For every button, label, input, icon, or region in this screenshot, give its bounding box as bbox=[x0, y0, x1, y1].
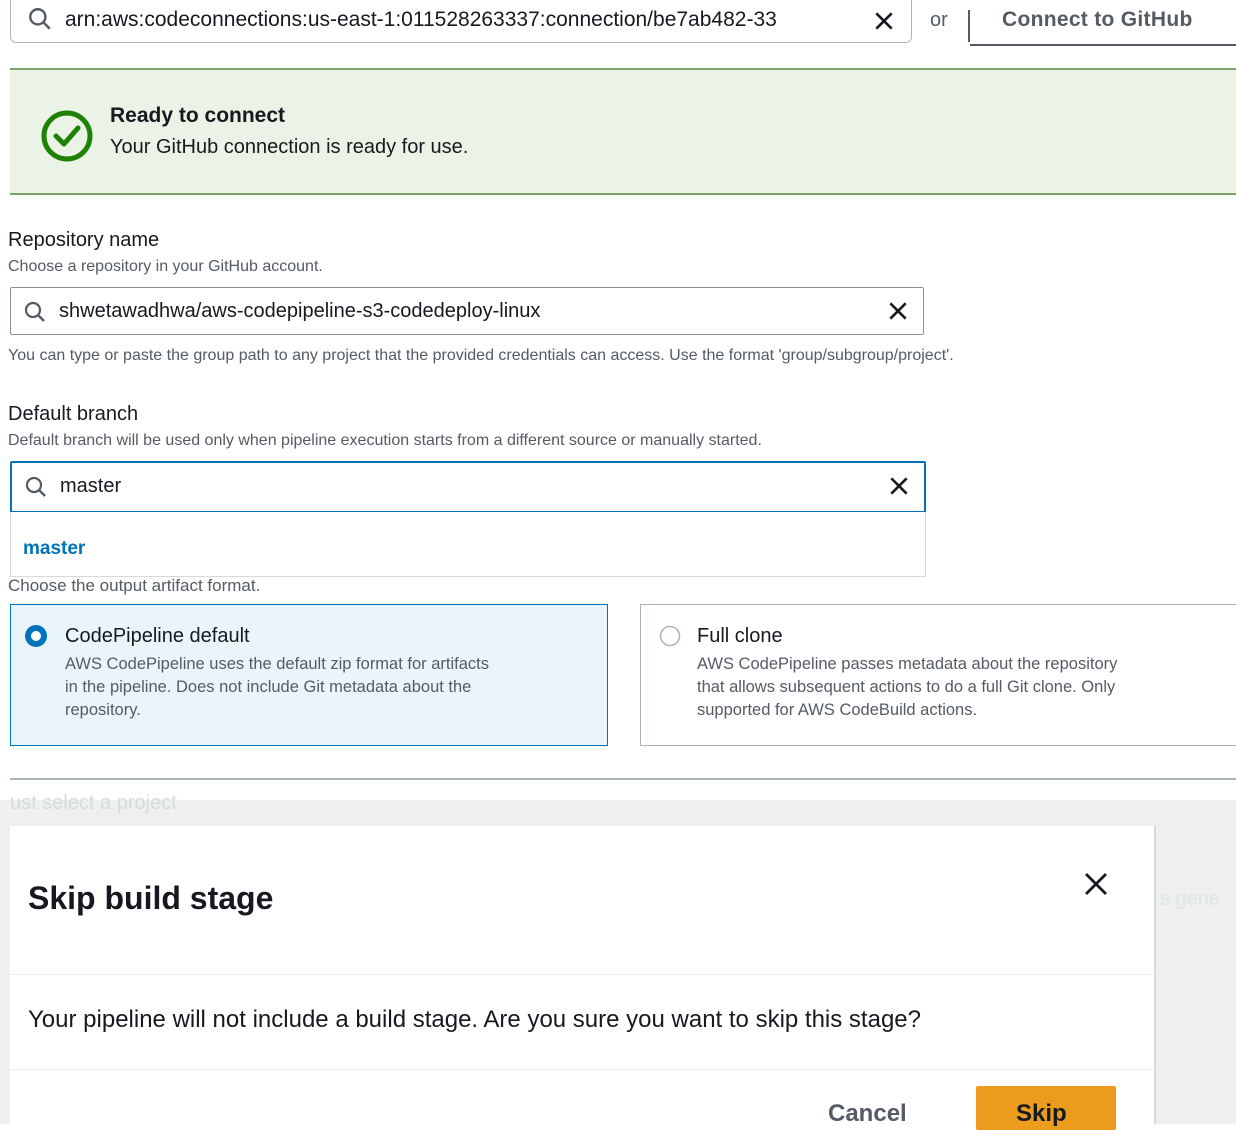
connection-value: arn:aws:codeconnections:us-east-1:011528… bbox=[65, 8, 777, 31]
success-alert: Ready to connect Your GitHub connection … bbox=[10, 68, 1236, 195]
background-text: s gene bbox=[1160, 888, 1221, 910]
radio-selected-icon[interactable] bbox=[25, 625, 47, 647]
connection-search-input[interactable]: arn:aws:codeconnections:us-east-1:011528… bbox=[10, 0, 912, 43]
close-icon[interactable] bbox=[1082, 870, 1110, 898]
or-label: or bbox=[930, 9, 948, 31]
option-description-line: repository. bbox=[65, 701, 141, 719]
branch-value: master bbox=[60, 475, 122, 497]
option-description-line: AWS CodePipeline passes metadata about t… bbox=[697, 655, 1118, 673]
search-icon bbox=[27, 6, 53, 32]
branch-description: Default branch will be used only when pi… bbox=[8, 432, 762, 449]
artifact-option-full-clone[interactable]: Full clone AWS CodePipeline passes metad… bbox=[640, 604, 1236, 746]
alert-message: Your GitHub connection is ready for use. bbox=[110, 136, 469, 158]
connect-to-github-button[interactable]: Connect to GitHub bbox=[970, 0, 1236, 46]
option-description-line: supported for AWS CodeBuild actions. bbox=[697, 701, 978, 719]
clear-icon[interactable] bbox=[887, 300, 909, 322]
connect-to-github-label: Connect to GitHub bbox=[1002, 8, 1193, 31]
branch-search-input[interactable]: master bbox=[10, 461, 926, 513]
artifact-description: Choose the output artifact format. bbox=[8, 576, 261, 595]
modal-body: Your pipeline will not include a build s… bbox=[28, 1006, 921, 1033]
branch-label: Default branch bbox=[8, 403, 139, 425]
search-icon bbox=[24, 475, 48, 499]
option-description-line: that allows subsequent actions to do a f… bbox=[697, 678, 1116, 696]
option-description: AWS CodePipeline passes metadata about t… bbox=[697, 653, 1117, 722]
repository-label: Repository name bbox=[8, 229, 160, 251]
clear-icon[interactable] bbox=[873, 10, 895, 32]
skip-build-stage-modal: Skip build stage Your pipeline will not … bbox=[10, 826, 1154, 1130]
skip-button[interactable]: Skip bbox=[976, 1086, 1116, 1130]
option-description-line: in the pipeline. Does not include Git me… bbox=[65, 678, 472, 696]
option-description-line: AWS CodePipeline uses the default zip fo… bbox=[65, 655, 490, 673]
repository-search-input[interactable]: shwetawadhwa/aws-codepipeline-s3-codedep… bbox=[10, 287, 924, 335]
section-divider bbox=[10, 778, 1236, 780]
modal-title: Skip build stage bbox=[28, 880, 274, 916]
background-text: ust select a project bbox=[10, 792, 177, 814]
dropdown-option-master[interactable]: master bbox=[23, 538, 85, 560]
repository-description: Choose a repository in your GitHub accou… bbox=[8, 258, 323, 275]
alert-title: Ready to connect bbox=[110, 104, 286, 127]
radio-unselected-icon[interactable] bbox=[659, 625, 681, 647]
option-title: CodePipeline default bbox=[65, 625, 250, 647]
artifact-option-codepipeline-default[interactable]: CodePipeline default AWS CodePipeline us… bbox=[10, 604, 608, 746]
clear-icon[interactable] bbox=[888, 475, 910, 497]
modal-header: Skip build stage bbox=[10, 826, 1154, 975]
modal-footer-divider bbox=[10, 1069, 1154, 1070]
repository-hint: You can type or paste the group path to … bbox=[8, 347, 954, 364]
check-circle-icon bbox=[40, 109, 94, 163]
option-title: Full clone bbox=[697, 625, 783, 647]
branch-dropdown: master bbox=[10, 512, 926, 577]
option-description: AWS CodePipeline uses the default zip fo… bbox=[65, 653, 489, 722]
search-icon bbox=[23, 300, 47, 324]
repository-value: shwetawadhwa/aws-codepipeline-s3-codedep… bbox=[59, 300, 541, 322]
